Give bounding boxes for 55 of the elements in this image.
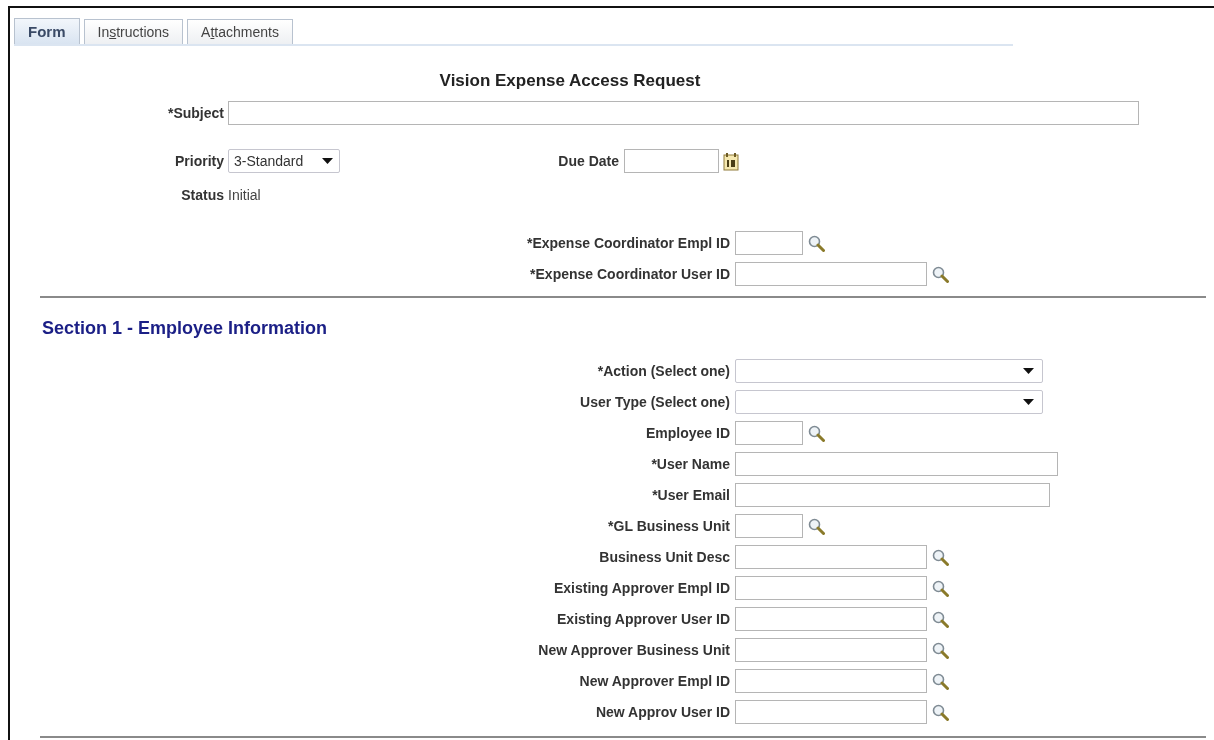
field-label: *Expense Coordinator User ID	[529, 266, 730, 282]
input-field[interactable]	[735, 638, 927, 662]
search-icon[interactable]	[932, 548, 949, 566]
search-icon[interactable]	[932, 703, 949, 721]
search-icon[interactable]	[932, 265, 949, 283]
search-icon[interactable]	[932, 610, 949, 628]
section-title: Section 1 - Employee Information	[42, 318, 329, 339]
field-label: Status	[180, 187, 224, 203]
input-field[interactable]	[735, 483, 1050, 507]
caret-icon	[322, 158, 333, 164]
subject-field[interactable]	[228, 101, 1139, 125]
field-label: Existing Approver User ID	[556, 611, 730, 627]
field-label: Existing Approver Empl ID	[552, 580, 730, 596]
field-label: Priority	[174, 153, 224, 169]
input-field[interactable]	[735, 231, 803, 255]
due-date-field[interactable]	[624, 149, 719, 173]
search-icon[interactable]	[808, 234, 825, 252]
field-label: User Type (Select one)	[579, 394, 730, 410]
field-label: *User Email	[651, 487, 730, 503]
field-label: *Expense Coordinator Empl ID	[525, 235, 730, 251]
field-label: Business Unit Desc	[598, 549, 730, 565]
field-label: Due Date	[557, 153, 619, 169]
search-icon[interactable]	[932, 579, 949, 597]
tab[interactable]: Form	[14, 18, 80, 44]
search-icon[interactable]	[932, 641, 949, 659]
tab[interactable]: Instructions	[83, 19, 184, 44]
field-label: New Approver Business Unit	[537, 642, 730, 658]
input-field[interactable]	[735, 700, 927, 724]
calendar-icon[interactable]	[723, 151, 739, 171]
field-label: *User Name	[650, 456, 730, 472]
status-value: Initial	[228, 187, 261, 203]
tab[interactable]: Attachments	[187, 19, 293, 44]
form-title: Vision Expense Access Request	[438, 71, 702, 91]
caret-icon	[1023, 368, 1034, 374]
input-field[interactable]	[735, 421, 803, 445]
field-label: *Action (Select one)	[596, 363, 730, 379]
field-label: Employee ID	[644, 425, 730, 441]
field-label: New Approver Empl ID	[578, 673, 730, 689]
input-field[interactable]	[735, 545, 927, 569]
field-label: New Approv User ID	[594, 704, 730, 720]
search-icon[interactable]	[932, 672, 949, 690]
search-icon[interactable]	[808, 517, 825, 535]
dropdown[interactable]	[735, 390, 1043, 414]
input-field[interactable]	[735, 669, 927, 693]
input-field[interactable]	[735, 452, 1058, 476]
input-field[interactable]	[735, 514, 803, 538]
search-icon[interactable]	[808, 424, 825, 442]
caret-icon	[1023, 399, 1034, 405]
priority-dropdown[interactable]: 3-Standard	[228, 149, 340, 173]
input-field[interactable]	[735, 262, 927, 286]
input-field[interactable]	[735, 576, 927, 600]
dropdown[interactable]	[735, 359, 1043, 383]
field-label: *GL Business Unit	[607, 518, 730, 534]
field-label: *Subject	[167, 105, 224, 121]
input-field[interactable]	[735, 607, 927, 631]
